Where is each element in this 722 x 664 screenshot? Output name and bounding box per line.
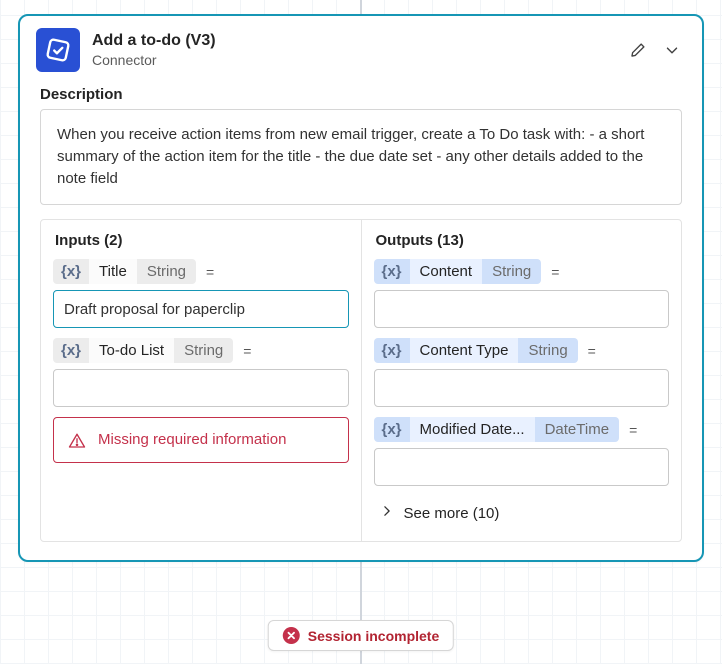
param-type: DateTime xyxy=(535,417,619,442)
output-chip-modifieddate[interactable]: {x} Modified Date... DateTime xyxy=(374,417,620,442)
equals-sign: = xyxy=(204,264,214,280)
param-type: String xyxy=(137,259,196,284)
edit-icon[interactable] xyxy=(628,40,648,60)
output-chip-contenttype[interactable]: {x} Content Type String xyxy=(374,338,578,363)
param-type: String xyxy=(518,338,577,363)
output-param: {x} Modified Date... DateTime = xyxy=(374,417,670,486)
equals-sign: = xyxy=(586,343,596,359)
error-missing-required: Missing required information xyxy=(53,417,349,463)
chevron-down-icon[interactable] xyxy=(662,40,682,60)
description-text: When you receive action items from new e… xyxy=(40,109,682,205)
fx-icon: {x} xyxy=(374,338,410,363)
card-header: Add a to-do (V3) Connector xyxy=(20,16,702,80)
description-label: Description xyxy=(20,80,702,109)
output-chip-content[interactable]: {x} Content String xyxy=(374,259,542,284)
equals-sign: = xyxy=(241,343,251,359)
card-title-block: Add a to-do (V3) Connector xyxy=(92,31,616,69)
fx-icon: {x} xyxy=(374,259,410,284)
see-more-button[interactable]: See more (10) xyxy=(374,496,670,525)
io-container: Inputs (2) {x} Title String = Draft prop… xyxy=(40,219,682,542)
param-name: Title xyxy=(89,259,137,284)
fx-icon: {x} xyxy=(53,338,89,363)
see-more-label: See more (10) xyxy=(404,505,500,522)
fx-icon: {x} xyxy=(374,417,410,442)
input-chip-todolist[interactable]: {x} To-do List String xyxy=(53,338,233,363)
fx-icon: {x} xyxy=(53,259,89,284)
output-value-content[interactable] xyxy=(374,290,670,328)
output-value-modifieddate[interactable] xyxy=(374,448,670,486)
param-name: Content Type xyxy=(410,338,519,363)
param-name: Modified Date... xyxy=(410,417,535,442)
outputs-heading: Outputs (13) xyxy=(376,232,670,249)
warning-icon xyxy=(68,432,86,450)
action-card: Add a to-do (V3) Connector Description W… xyxy=(18,14,704,562)
session-status-pill[interactable]: Session incomplete xyxy=(268,620,454,651)
card-title: Add a to-do (V3) xyxy=(92,31,616,51)
param-name: Content xyxy=(410,259,483,284)
chevron-right-icon xyxy=(380,504,394,523)
output-param: {x} Content String = xyxy=(374,259,670,328)
outputs-column: Outputs (13) {x} Content String = {x} xyxy=(361,220,682,541)
session-status-text: Session incomplete xyxy=(308,628,439,644)
card-subtitle: Connector xyxy=(92,51,616,69)
todo-app-icon xyxy=(36,28,80,72)
param-name: To-do List xyxy=(89,338,174,363)
input-chip-title[interactable]: {x} Title String xyxy=(53,259,196,284)
input-value-title[interactable]: Draft proposal for paperclip xyxy=(53,290,349,328)
input-param: {x} To-do List String = xyxy=(53,338,349,407)
output-value-contenttype[interactable] xyxy=(374,369,670,407)
inputs-heading: Inputs (2) xyxy=(55,232,349,249)
param-type: String xyxy=(482,259,541,284)
error-dot-icon xyxy=(283,627,300,644)
inputs-column: Inputs (2) {x} Title String = Draft prop… xyxy=(41,220,361,541)
equals-sign: = xyxy=(549,264,559,280)
input-value-todolist[interactable] xyxy=(53,369,349,407)
equals-sign: = xyxy=(627,422,637,438)
param-type: String xyxy=(174,338,233,363)
error-text: Missing required information xyxy=(98,430,286,450)
input-param: {x} Title String = Draft proposal for pa… xyxy=(53,259,349,328)
output-param: {x} Content Type String = xyxy=(374,338,670,407)
